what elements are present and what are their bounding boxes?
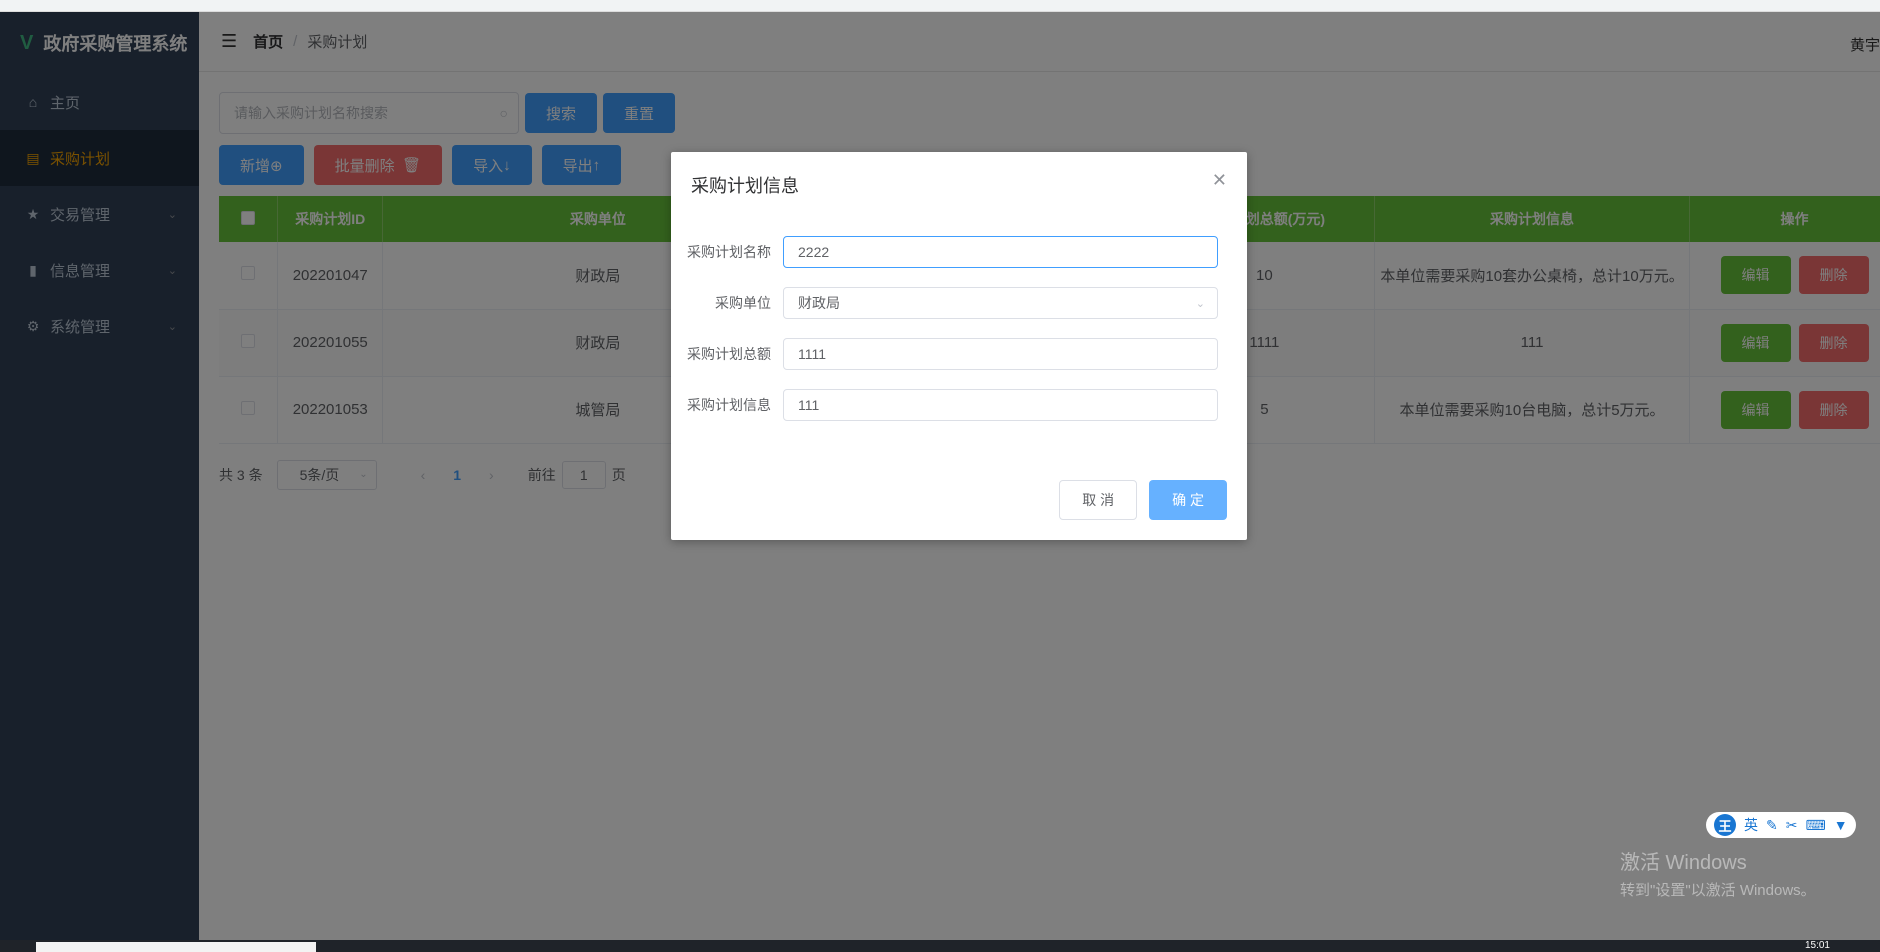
close-icon[interactable]: ✕ (1212, 170, 1227, 191)
purchase-plan-dialog: 采购计划信息 ✕ 采购计划名称 2222 采购单位 财政局 ⌄ 采购计划总额 1… (671, 152, 1247, 540)
ime-mode[interactable]: 英 (1744, 815, 1758, 835)
field-label: 采购计划总额 (687, 346, 771, 362)
pen-icon[interactable]: ✎ (1766, 817, 1778, 834)
form-row-total: 采购计划总额 1111 (671, 338, 1247, 370)
scissors-icon[interactable]: ✂ (1786, 817, 1798, 834)
cancel-button[interactable]: 取 消 (1059, 480, 1138, 520)
confirm-button[interactable]: 确 定 (1149, 480, 1227, 520)
plan-info-input[interactable]: 111 (783, 389, 1218, 421)
form-row-name: 采购计划名称 2222 (671, 236, 1247, 268)
field-label: 采购计划名称 (687, 244, 771, 260)
keyboard-icon[interactable]: ⌨ (1805, 817, 1825, 834)
plan-name-value: 2222 (798, 244, 830, 260)
field-label: 采购计划信息 (687, 397, 771, 413)
plan-info-value: 111 (798, 397, 820, 413)
dialog-title: 采购计划信息 (691, 176, 799, 196)
taskbar-clock[interactable]: 15:01 (1805, 940, 1830, 951)
taskbar: 15:01 (0, 940, 1880, 952)
windows-activation-watermark: 激活 Windows 转到"设置"以激活 Windows。 (1620, 846, 1816, 900)
browser-bookmark-bar (0, 0, 1880, 12)
unit-select-value: 财政局 (798, 295, 840, 311)
plan-name-input[interactable]: 2222 (783, 236, 1218, 268)
form-row-unit: 采购单位 财政局 ⌄ (671, 287, 1247, 319)
watermark-line1: 激活 Windows (1620, 852, 1747, 874)
dialog-footer: 取 消 确 定 (1059, 480, 1227, 520)
watermark-line2: 转到"设置"以激活 Windows。 (1620, 882, 1816, 899)
form-row-info: 采购计划信息 111 (671, 389, 1247, 421)
ime-logo[interactable]: 王 (1714, 814, 1736, 836)
shirt-icon[interactable]: ▼ (1834, 817, 1848, 833)
ime-toolbar[interactable]: 王 英 ✎ ✂ ⌨ ▼ (1706, 812, 1856, 838)
taskbar-search[interactable] (36, 942, 316, 952)
field-label: 采购单位 (715, 295, 771, 311)
unit-select[interactable]: 财政局 ⌄ (783, 287, 1218, 319)
chevron-down-icon: ⌄ (1195, 297, 1205, 310)
plan-total-input[interactable]: 1111 (783, 338, 1218, 370)
plan-total-value: 1111 (798, 346, 827, 362)
